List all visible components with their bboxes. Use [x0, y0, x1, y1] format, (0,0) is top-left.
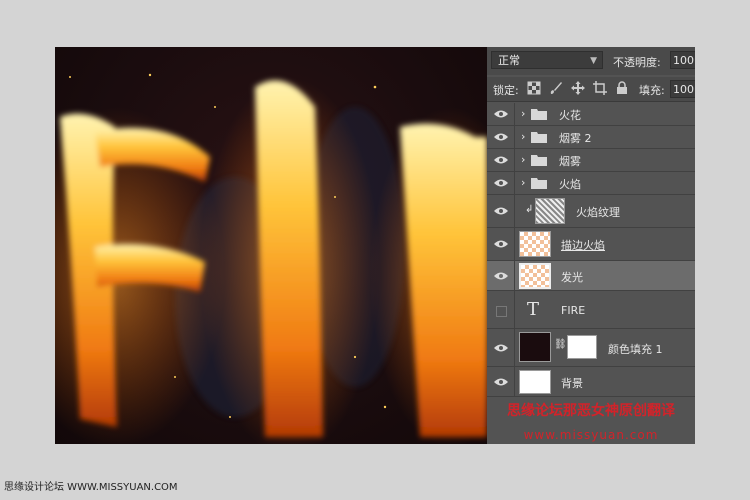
chevron-down-icon: ▼ [590, 56, 597, 66]
eye-icon[interactable] [494, 206, 508, 216]
layer-name: 火花 [559, 109, 581, 122]
layer-mask-thumbnail [567, 335, 597, 359]
blend-mode-select[interactable]: 正常 ▼ [491, 51, 603, 69]
chevron-right-icon[interactable]: › [521, 153, 525, 166]
opacity-input[interactable]: 100 [670, 51, 695, 69]
eye-icon[interactable] [494, 155, 508, 165]
layer-row-glow-selected[interactable]: 发光 [487, 261, 695, 291]
layer-row-group-smoke[interactable]: › 烟雾 [487, 149, 695, 172]
folder-icon [531, 155, 547, 166]
layer-row-stroke-flame[interactable]: 描边火焰 [487, 228, 695, 261]
layer-row-text-fire[interactable]: T FIRE [487, 291, 695, 329]
blend-mode-value: 正常 [498, 54, 520, 67]
layer-name: 火焰 [559, 178, 581, 191]
layer-thumbnail [519, 370, 551, 394]
fire-text-artwork [55, 73, 487, 444]
lock-transparent-pixels-icon[interactable] [527, 81, 541, 95]
eye-icon[interactable] [494, 132, 508, 142]
layer-thumbnail [535, 198, 565, 224]
document-canvas[interactable] [55, 47, 487, 444]
layer-name: 背景 [561, 377, 583, 390]
move-icon[interactable] [571, 81, 585, 95]
layer-name: 发光 [561, 271, 583, 284]
layer-name: 烟雾 2 [559, 132, 592, 145]
eye-icon[interactable] [494, 377, 508, 387]
footer-site-credit: 思缘设计论坛 WWW.MISSYUAN.COM [4, 482, 178, 493]
layer-row-background[interactable]: 背景 [487, 367, 695, 397]
folder-icon [531, 109, 547, 120]
chevron-right-icon[interactable]: › [521, 176, 525, 189]
layer-thumbnail [519, 263, 551, 289]
chain-link-icon[interactable]: ⛓ [554, 339, 567, 350]
layer-row-color-fill[interactable]: ⛓ 颜色填充 1 [487, 329, 695, 367]
eye-icon[interactable] [494, 271, 508, 281]
clip-arrow-icon: ↲ [525, 204, 534, 215]
lock-label: 锁定: [493, 84, 519, 97]
layer-row-group-flame[interactable]: › 火焰 [487, 172, 695, 195]
watermark-credit: 思缘论坛那恶女神原创翻译 [507, 403, 675, 419]
eye-icon[interactable] [494, 343, 508, 353]
lock-icon[interactable] [615, 81, 629, 95]
eye-icon[interactable] [494, 239, 508, 249]
crop-icon[interactable] [593, 81, 607, 95]
watermark-url: www.missyuan.com [523, 428, 659, 442]
layer-name: 描边火焰 [561, 239, 605, 252]
layer-row-group-smoke-2[interactable]: › 烟雾 2 [487, 126, 695, 149]
layer-row-flame-texture[interactable]: ↲ 火焰纹理 [487, 195, 695, 228]
layers-panel: 正常 ▼ 不透明度: 100 锁定: 填充: 100 › 火花 › 烟雾 2 ›… [487, 47, 695, 444]
chevron-right-icon[interactable]: › [521, 130, 525, 143]
layer-thumbnail [519, 231, 551, 257]
layer-name: FIRE [561, 304, 586, 317]
visibility-toggle-off[interactable] [496, 306, 507, 317]
layer-name: 火焰纹理 [576, 206, 620, 219]
eye-icon[interactable] [494, 178, 508, 188]
fill-color-swatch [519, 332, 551, 362]
text-layer-icon: T [527, 299, 540, 320]
layer-name: 颜色填充 1 [608, 343, 663, 356]
layer-name: 烟雾 [559, 155, 581, 168]
folder-icon [531, 178, 547, 189]
fill-input[interactable]: 100 [670, 80, 695, 98]
eye-icon[interactable] [494, 109, 508, 119]
lock-fill-row: 锁定: 填充: 100 [487, 77, 695, 102]
blend-opacity-row: 正常 ▼ 不透明度: 100 [487, 47, 695, 75]
opacity-label: 不透明度: [613, 56, 661, 69]
brush-icon[interactable] [549, 81, 563, 95]
fill-label: 填充: [639, 84, 665, 97]
chevron-right-icon[interactable]: › [521, 107, 525, 120]
layer-row-group-sparks[interactable]: › 火花 [487, 103, 695, 126]
folder-icon [531, 132, 547, 143]
